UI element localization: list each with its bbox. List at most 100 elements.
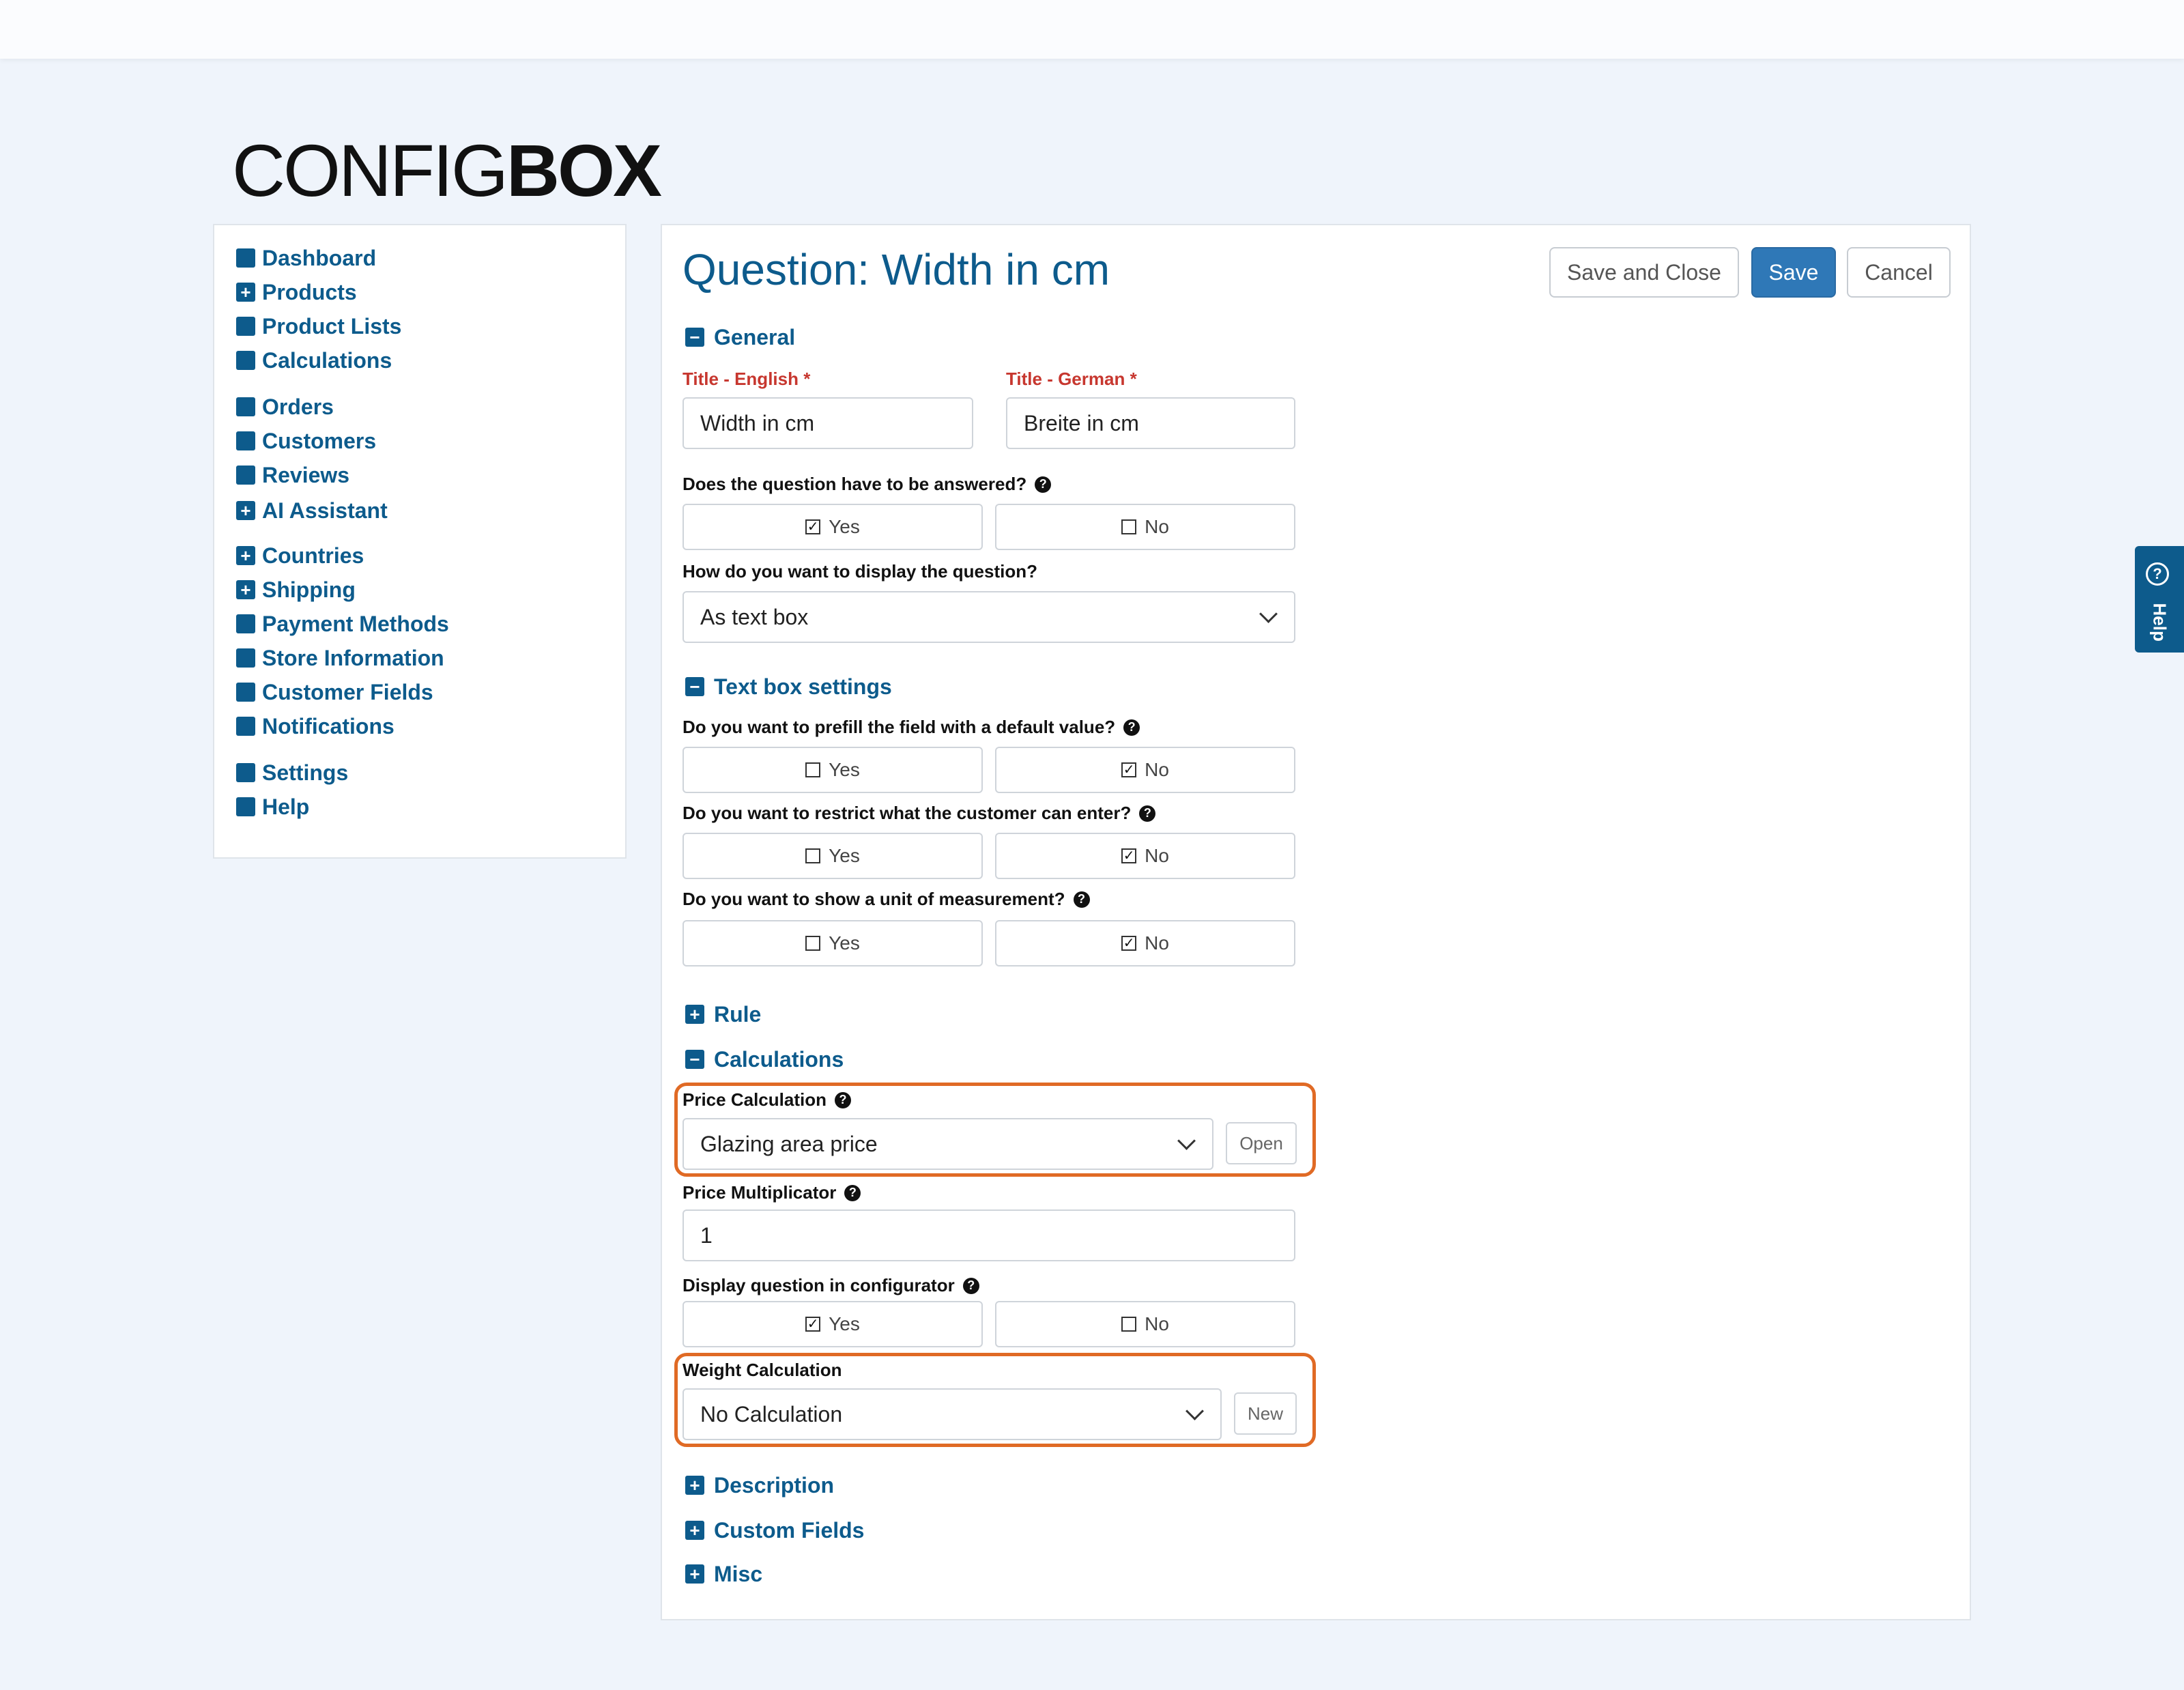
- plus-square-icon: +: [236, 283, 255, 302]
- save-and-close-button[interactable]: Save and Close: [1549, 247, 1739, 298]
- minus-square-icon: −: [685, 676, 704, 697]
- unit-no-toggle[interactable]: ✓ No: [995, 920, 1295, 966]
- plus-square-icon: +: [236, 501, 255, 520]
- help-circle-icon[interactable]: ?: [962, 1277, 979, 1294]
- checkbox-empty-icon: [1121, 1317, 1137, 1332]
- section-textbox-toggle[interactable]: − Text box settings: [685, 673, 892, 700]
- sidebar-item-product-lists[interactable]: Product Lists: [236, 313, 401, 340]
- restrict-no-toggle[interactable]: ✓ No: [995, 833, 1295, 879]
- required-yes-toggle[interactable]: ✓ Yes: [682, 504, 983, 550]
- page-title: Question: Width in cm: [682, 245, 1110, 294]
- top-bar: [0, 0, 2184, 59]
- minus-square-icon: −: [685, 327, 704, 347]
- checkbox-empty-icon: [1121, 519, 1137, 534]
- title-english-input[interactable]: Width in cm: [682, 397, 973, 449]
- sidebar-item-settings[interactable]: Settings: [236, 759, 348, 786]
- square-icon: [236, 763, 255, 782]
- plus-square-icon: +: [236, 580, 255, 599]
- help-circle-icon[interactable]: ?: [1123, 719, 1140, 736]
- sidebar-item-shipping[interactable]: + Shipping: [236, 576, 356, 603]
- price-multiplicator-input[interactable]: 1: [682, 1209, 1295, 1261]
- title-german-label: Title - German *: [1006, 369, 1137, 389]
- sidebar-item-orders[interactable]: Orders: [236, 393, 334, 420]
- help-circle-icon[interactable]: ?: [1073, 891, 1090, 908]
- help-circle-icon[interactable]: ?: [834, 1091, 851, 1108]
- price-multiplicator-label: Price Multiplicator?: [682, 1182, 861, 1203]
- prefill-no-toggle[interactable]: ✓ No: [995, 747, 1295, 793]
- square-icon: [236, 648, 255, 668]
- checkbox-empty-icon: [805, 848, 821, 863]
- price-calculation-label: Price Calculation?: [682, 1089, 851, 1111]
- unit-yes-toggle[interactable]: Yes: [682, 920, 983, 966]
- minus-square-icon: −: [685, 1049, 704, 1070]
- square-icon: [236, 614, 255, 633]
- checkbox-checked-icon: ✓: [1121, 762, 1137, 777]
- restrict-yes-toggle[interactable]: Yes: [682, 833, 983, 879]
- weight-calculation-label: Weight Calculation: [682, 1360, 842, 1380]
- question-editor-panel: Question: Width in cm Save and Close Sav…: [661, 224, 1971, 1620]
- sidebar-item-reviews[interactable]: Reviews: [236, 461, 349, 489]
- prefill-question-label: Do you want to prefill the field with a …: [682, 717, 1140, 738]
- save-button[interactable]: Save: [1751, 247, 1836, 298]
- sidebar-item-countries[interactable]: + Countries: [236, 542, 364, 569]
- help-side-tab[interactable]: ? Help: [2135, 546, 2184, 653]
- display-in-configurator-no-toggle[interactable]: No: [995, 1301, 1295, 1347]
- square-icon: [236, 466, 255, 485]
- plus-square-icon: +: [685, 1520, 704, 1541]
- plus-square-icon: +: [685, 1475, 704, 1495]
- weight-calculation-select[interactable]: No Calculation: [682, 1388, 1222, 1440]
- sidebar-item-ai-assistant[interactable]: + AI Assistant: [236, 497, 388, 524]
- open-calculation-button[interactable]: Open: [1226, 1122, 1297, 1164]
- plus-square-icon: +: [685, 1004, 704, 1025]
- checkbox-checked-icon: ✓: [1121, 848, 1137, 863]
- chevron-down-icon: [1177, 1132, 1196, 1150]
- sidebar-item-dashboard[interactable]: Dashboard: [236, 244, 376, 272]
- title-english-label: Title - English *: [682, 369, 811, 389]
- new-calculation-button[interactable]: New: [1234, 1392, 1297, 1435]
- plus-square-icon: +: [685, 1564, 704, 1584]
- restrict-question-label: Do you want to restrict what the custome…: [682, 803, 1156, 824]
- sidebar-item-products[interactable]: + Products: [236, 278, 357, 306]
- required-no-toggle[interactable]: No: [995, 504, 1295, 550]
- help-circle-icon: ?: [2146, 562, 2169, 586]
- sidebar-item-customers[interactable]: Customers: [236, 427, 376, 455]
- chevron-down-icon: [1259, 605, 1278, 623]
- square-icon: [236, 797, 255, 816]
- square-icon: [236, 317, 255, 336]
- section-custom-fields-toggle[interactable]: + Custom Fields: [685, 1517, 864, 1544]
- prefill-yes-toggle[interactable]: Yes: [682, 747, 983, 793]
- checkbox-empty-icon: [805, 936, 821, 951]
- display-type-select[interactable]: As text box: [682, 591, 1295, 643]
- sidebar-item-help[interactable]: Help: [236, 793, 309, 820]
- display-in-configurator-yes-toggle[interactable]: ✓ Yes: [682, 1301, 983, 1347]
- help-circle-icon[interactable]: ?: [1139, 805, 1156, 822]
- square-icon: [236, 397, 255, 416]
- sidebar-item-customer-fields[interactable]: Customer Fields: [236, 678, 433, 706]
- checkbox-checked-icon: ✓: [805, 519, 821, 534]
- plus-square-icon: +: [236, 546, 255, 565]
- sidebar-item-payment-methods[interactable]: Payment Methods: [236, 610, 449, 638]
- sidebar-item-notifications[interactable]: Notifications: [236, 713, 394, 740]
- price-calculation-select[interactable]: Glazing area price: [682, 1118, 1213, 1170]
- square-icon: [236, 717, 255, 736]
- sidebar-item-store-information[interactable]: Store Information: [236, 644, 444, 672]
- display-in-configurator-label: Display question in configurator?: [682, 1275, 979, 1296]
- section-calculations-toggle[interactable]: − Calculations: [685, 1046, 844, 1073]
- checkbox-checked-icon: ✓: [805, 1317, 821, 1332]
- help-circle-icon[interactable]: ?: [1035, 476, 1052, 493]
- display-question-label: How do you want to display the question?: [682, 561, 1037, 582]
- checkbox-empty-icon: [805, 762, 821, 777]
- square-icon: [236, 431, 255, 450]
- section-description-toggle[interactable]: + Description: [685, 1472, 834, 1499]
- section-misc-toggle[interactable]: + Misc: [685, 1560, 762, 1588]
- title-german-input[interactable]: Breite in cm: [1006, 397, 1295, 449]
- sidebar-item-calculations[interactable]: Calculations: [236, 347, 392, 374]
- section-rule-toggle[interactable]: + Rule: [685, 1001, 761, 1028]
- cancel-button[interactable]: Cancel: [1847, 247, 1951, 298]
- required-question-label: Does the question have to be answered??: [682, 474, 1052, 495]
- unit-question-label: Do you want to show a unit of measuremen…: [682, 889, 1090, 910]
- section-general-toggle[interactable]: − General: [685, 324, 795, 351]
- sidebar-nav: Dashboard + Products Product Lists Calcul…: [213, 224, 627, 859]
- configbox-logo: CONFIGBOX: [232, 129, 662, 212]
- help-circle-icon[interactable]: ?: [844, 1184, 861, 1201]
